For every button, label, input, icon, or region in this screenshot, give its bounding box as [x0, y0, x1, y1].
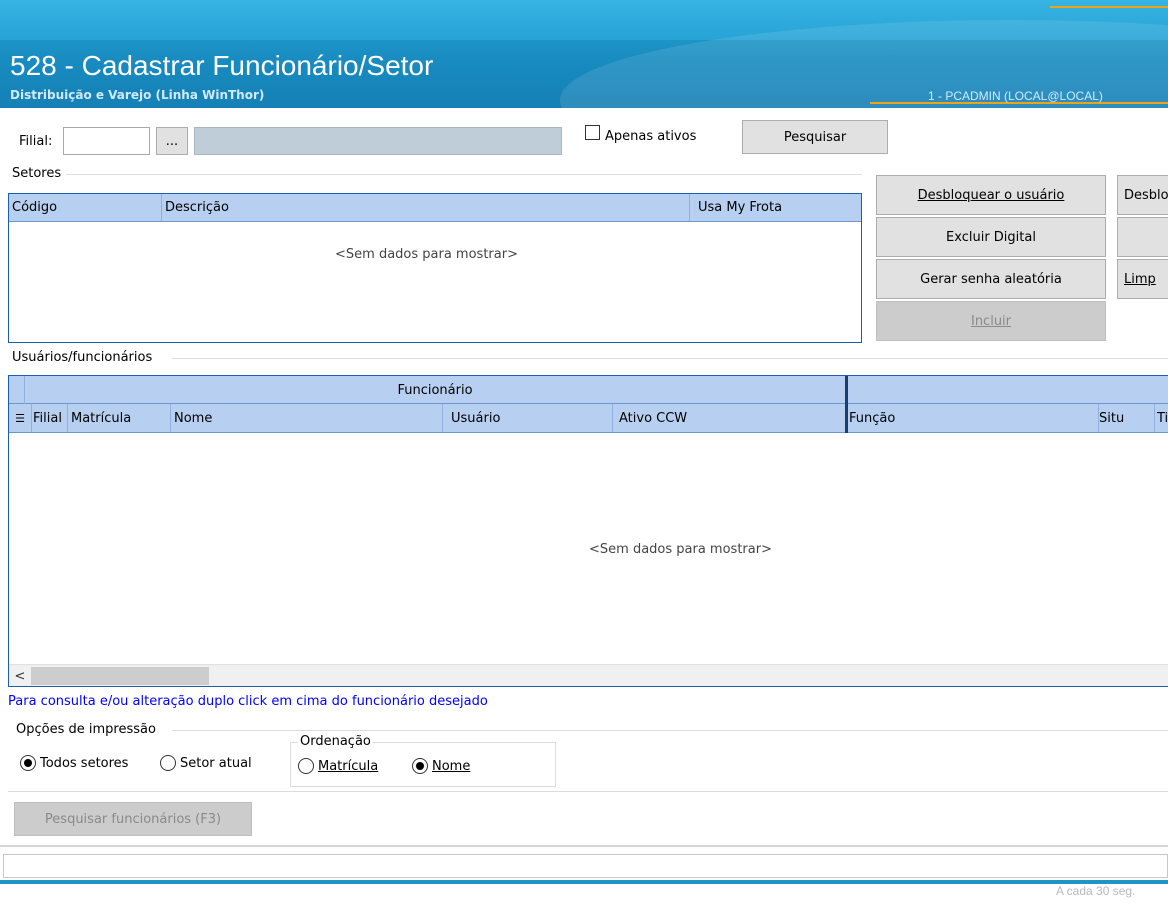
active-only-checkbox[interactable]	[585, 125, 600, 140]
active-only-label: Apenas ativos	[605, 129, 697, 144]
column-header-tipo[interactable]: Ti	[1154, 404, 1168, 432]
unblock-user-button[interactable]: Desbloquear o usuário	[876, 175, 1106, 215]
column-header-filial[interactable]: Filial	[31, 404, 67, 432]
page-subtitle: Distribuição e Varejo (Linha WinThor)	[10, 88, 265, 102]
order-by-registration-option[interactable]: Matrícula	[298, 758, 378, 774]
random-password-label: Gerar senha aleatória	[920, 271, 1062, 287]
refresh-interval-status: A cada 30 seg.	[1056, 884, 1136, 898]
delete-digital-button[interactable]: Excluir Digital	[876, 217, 1106, 257]
print-current-sector-option[interactable]: Setor atual	[160, 755, 252, 771]
order-by-name-label: Nome	[432, 758, 471, 774]
employees-grid[interactable]: Funcionário ☰ Filial Matrícula Nome Usuá…	[8, 375, 1168, 687]
current-user: 1 - PCADMIN (LOCAL@LOCAL)	[928, 89, 1103, 103]
ordering-label: Ordenação	[298, 734, 373, 749]
search-button[interactable]: Pesquisar	[742, 120, 888, 154]
order-by-registration-label: Matrícula	[318, 758, 379, 774]
include-button[interactable]: Incluir	[876, 301, 1106, 341]
sectors-grid-header: Código Descrição Usa My Frota	[9, 194, 861, 222]
employees-empty-message: <Sem dados para mostrar>	[589, 542, 772, 557]
employees-group-label: Usuários/funcionários	[12, 350, 153, 365]
column-header-codigo[interactable]: Código	[9, 194, 161, 221]
column-header-matricula[interactable]: Matrícula	[67, 404, 170, 432]
print-current-sector-label: Setor atual	[180, 755, 252, 771]
scrollbar-thumb[interactable]	[31, 667, 209, 685]
column-header-nome[interactable]: Nome	[170, 404, 442, 432]
employee-band-header: Funcionário	[397, 382, 473, 398]
column-header-situacao[interactable]: Situ	[1098, 404, 1154, 432]
column-header-usuario[interactable]: Usuário	[442, 404, 612, 432]
column-chooser-icon[interactable]: ☰	[9, 404, 31, 432]
extra-action-button[interactable]	[1117, 217, 1168, 257]
filial-name-display	[194, 127, 562, 155]
random-password-button[interactable]: Gerar senha aleatória	[876, 259, 1106, 299]
filial-input[interactable]	[63, 127, 150, 155]
sectors-group-label: Setores	[12, 166, 62, 181]
sectors-grid[interactable]: Código Descrição Usa My Frota <Sem dados…	[8, 193, 862, 343]
order-by-name-radio[interactable]	[412, 758, 428, 774]
status-input-bar	[3, 854, 1168, 878]
employees-grid-header: ☰ Filial Matrícula Nome Usuário Ativo CC…	[9, 404, 1168, 433]
order-by-name-option[interactable]: Nome	[412, 758, 470, 774]
unblock-user-label: Desbloquear o usuário	[917, 187, 1065, 203]
column-header-ativo-ccw[interactable]: Ativo CCW	[612, 404, 845, 432]
sectors-empty-message: <Sem dados para mostrar>	[335, 247, 518, 262]
print-current-sector-radio[interactable]	[160, 755, 176, 771]
filial-lookup-button[interactable]: ...	[156, 127, 188, 155]
column-header-funcao[interactable]: Função	[848, 404, 1098, 432]
unblock-other-label: Desblo	[1124, 187, 1168, 203]
print-all-sectors-radio[interactable]	[20, 755, 36, 771]
page-title: 528 - Cadastrar Funcionário/Setor	[10, 50, 434, 81]
delete-digital-label: Excluir Digital	[946, 229, 1036, 245]
horizontal-scrollbar[interactable]: <	[9, 664, 1168, 686]
include-label: Incluir	[970, 313, 1012, 329]
unblock-other-button[interactable]: Desblo	[1117, 175, 1168, 215]
filial-label: Filial:	[19, 134, 53, 149]
double-click-hint: Para consulta e/ou alteração duplo click…	[8, 694, 488, 709]
search-button-label: Pesquisar	[783, 129, 847, 145]
search-employees-label: Pesquisar funcionários (F3)	[44, 811, 222, 827]
print-all-sectors-label: Todos setores	[40, 755, 129, 771]
scroll-left-icon[interactable]: <	[11, 667, 29, 685]
column-header-descricao[interactable]: Descrição	[161, 194, 689, 221]
search-employees-button[interactable]: Pesquisar funcionários (F3)	[14, 802, 252, 836]
column-header-usa-my-frota[interactable]: Usa My Frota	[689, 194, 861, 221]
order-by-registration-radio[interactable]	[298, 758, 314, 774]
print-all-sectors-option[interactable]: Todos setores	[20, 755, 128, 771]
print-options-label: Opções de impressão	[16, 722, 156, 737]
clear-label: Limp	[1124, 271, 1156, 287]
clear-button[interactable]: Limp	[1117, 259, 1168, 299]
